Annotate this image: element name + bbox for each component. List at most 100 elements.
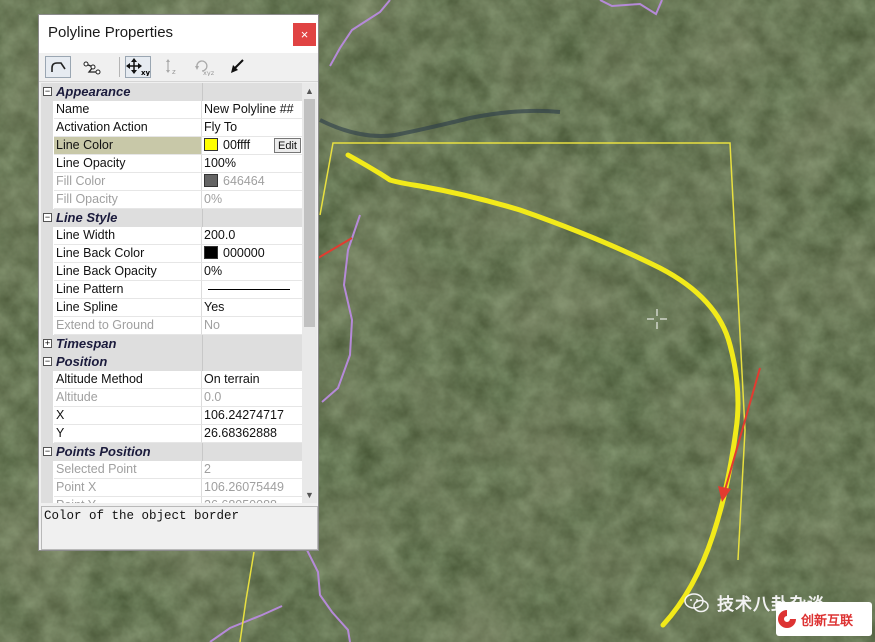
property-value[interactable] [202, 281, 302, 299]
property-value-text: 106.24274717 [204, 408, 284, 422]
title-bar[interactable]: Polyline Properties × [39, 15, 318, 53]
section-label: Line Style [56, 210, 118, 225]
property-row[interactable]: Altitude Method On terrain [41, 371, 302, 389]
move-z-tool-icon[interactable]: z [158, 56, 184, 78]
property-value[interactable]: 106.24274717 [202, 407, 302, 425]
property-name: Line Back Opacity [54, 263, 202, 281]
section-points-position[interactable]: − Points Position [41, 443, 302, 461]
collapse-icon[interactable]: − [43, 87, 52, 96]
svg-text:xyz: xyz [203, 69, 215, 76]
property-value[interactable]: 106.26075449 [202, 479, 302, 497]
property-row[interactable]: Line Back Color 000000 [41, 245, 302, 263]
property-row[interactable]: Activation Action Fly To [41, 119, 302, 137]
section-appearance[interactable]: − Appearance [41, 83, 302, 101]
property-value[interactable]: 0.0 [202, 389, 302, 407]
property-name: Line Spline [54, 299, 202, 317]
toolbar: xy z xyz [39, 53, 318, 82]
property-name: Activation Action [54, 119, 202, 137]
property-value[interactable]: On terrain [202, 371, 302, 389]
property-row[interactable]: Line Opacity 100% [41, 155, 302, 173]
property-value[interactable]: 26.68362888 [202, 425, 302, 443]
property-row[interactable]: Point Y26.68050088 [41, 497, 302, 503]
property-row[interactable]: Y 26.68362888 [41, 425, 302, 443]
property-row[interactable]: Name New Polyline ## [41, 101, 302, 119]
rotate-xyz-tool-icon[interactable]: xyz [191, 56, 217, 78]
property-value-text: 26.68050088 [204, 498, 277, 503]
property-row[interactable]: Line Color 00ffff Edit [41, 137, 302, 155]
property-value[interactable]: New Polyline ## [202, 101, 302, 119]
property-name: X [54, 407, 202, 425]
property-value[interactable]: 26.68050088 [202, 497, 302, 503]
property-value-text: 00ffff [223, 138, 251, 152]
property-name: Point X [54, 479, 202, 497]
pointer-tool-icon[interactable] [225, 56, 251, 78]
color-swatch[interactable] [204, 138, 218, 151]
property-value-text: Fly To [204, 120, 238, 134]
property-name: Name [54, 101, 202, 119]
property-name: Extend to Ground [54, 317, 202, 335]
edit-color-button[interactable]: Edit [274, 138, 301, 153]
property-value[interactable]: 0% [202, 191, 302, 209]
section-label: Points Position [56, 444, 151, 459]
property-row[interactable]: Selected Point 2 [41, 461, 302, 479]
property-row[interactable]: Line Pattern [41, 281, 302, 299]
property-value[interactable]: Fly To [202, 119, 302, 137]
property-value[interactable]: No [202, 317, 302, 335]
property-row[interactable]: Fill Color 646464 [41, 173, 302, 191]
scroll-up-icon[interactable]: ▲ [304, 85, 315, 97]
collapse-icon[interactable]: − [43, 213, 52, 222]
property-value[interactable]: 0% [202, 263, 302, 281]
property-name: Line Width [54, 227, 202, 245]
collapse-icon[interactable]: − [43, 447, 52, 456]
expand-icon[interactable]: + [43, 339, 52, 348]
scrollbar-thumb[interactable] [304, 99, 315, 327]
logo-icon [778, 610, 796, 628]
property-value-text: 646464 [223, 174, 265, 188]
property-row[interactable]: X 106.24274717 [41, 407, 302, 425]
property-description: Color of the object border [41, 506, 318, 550]
property-name: Point Y [54, 497, 202, 503]
property-row[interactable]: Altitude 0.0 [41, 389, 302, 407]
property-value-text: 0% [204, 264, 223, 278]
close-button[interactable]: × [293, 23, 316, 46]
svg-text:z: z [172, 68, 176, 76]
section-label: Appearance [56, 84, 131, 99]
svg-text:xy: xy [141, 69, 150, 76]
property-value[interactable]: 2 [202, 461, 302, 479]
property-value[interactable]: 00ffff Edit [202, 137, 302, 155]
property-row[interactable]: Point X 106.26075449 [41, 479, 302, 497]
property-value-text: 2 [204, 462, 211, 476]
property-value[interactable]: Yes [202, 299, 302, 317]
property-name: Fill Opacity [54, 191, 202, 209]
property-grid-scrollbar[interactable]: ▲ ▼ [302, 83, 317, 503]
property-row[interactable]: Line Back Opacity 0% [41, 263, 302, 281]
property-row[interactable]: Line Width 200.0 [41, 227, 302, 245]
move-xy-tool-icon[interactable]: xy [125, 56, 151, 78]
property-value-text: 0.0 [204, 390, 222, 404]
edit-line-tool-icon[interactable] [45, 56, 71, 78]
color-swatch[interactable] [204, 174, 218, 187]
property-value[interactable]: 200.0 [202, 227, 302, 245]
section-position[interactable]: − Position [41, 353, 302, 371]
section-timespan[interactable]: + Timespan [41, 335, 302, 353]
property-value[interactable]: 000000 [202, 245, 302, 263]
property-value-text: No [204, 318, 220, 332]
property-row[interactable]: Line Spline Yes [41, 299, 302, 317]
collapse-icon[interactable]: − [43, 357, 52, 366]
edit-vertices-tool-icon[interactable] [79, 56, 105, 78]
polyline-properties-window: Polyline Properties × xy z xyz − Appearan… [38, 14, 319, 551]
section-label: Position [56, 354, 108, 369]
property-row[interactable]: Extend to Ground No [41, 317, 302, 335]
section-line-style[interactable]: − Line Style [41, 209, 302, 227]
scroll-down-icon[interactable]: ▼ [304, 489, 315, 501]
property-value-text: New Polyline ## [204, 102, 294, 116]
property-value[interactable]: 646464 [202, 173, 302, 191]
property-name: Line Opacity [54, 155, 202, 173]
property-name: Selected Point [54, 461, 202, 479]
line-pattern-preview [208, 289, 290, 290]
logo-text: 创新互联 [801, 612, 854, 628]
property-grid: − Appearance Name New Polyline ## Activation… [41, 83, 302, 503]
color-swatch[interactable] [204, 246, 218, 259]
property-row[interactable]: Fill Opacity 0% [41, 191, 302, 209]
property-value[interactable]: 100% [202, 155, 302, 173]
